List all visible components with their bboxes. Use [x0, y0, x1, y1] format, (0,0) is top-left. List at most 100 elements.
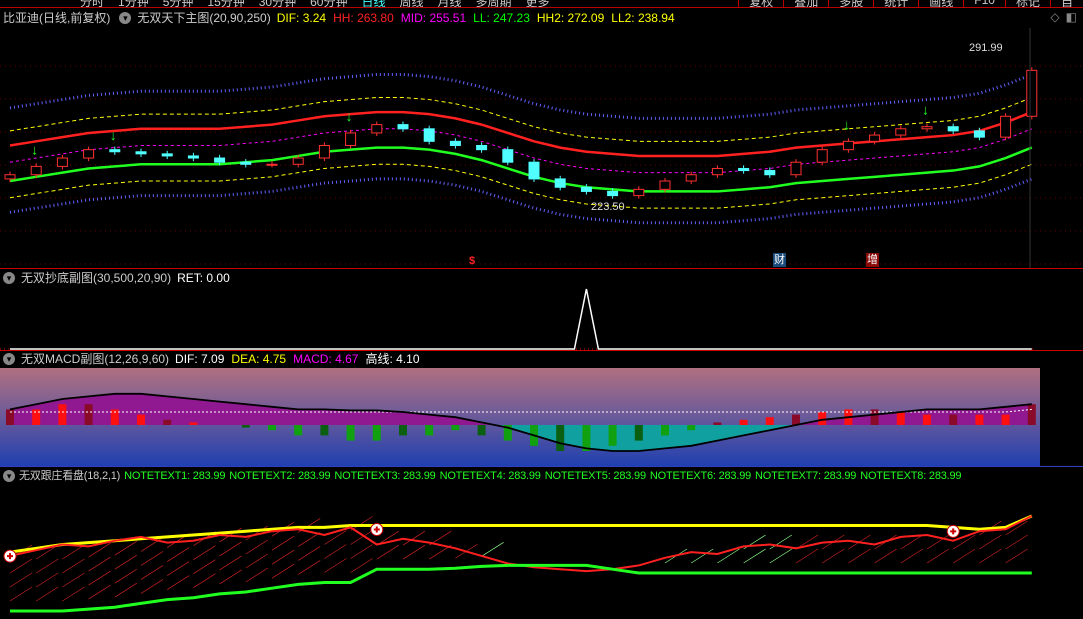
- tab-6[interactable]: 日线: [361, 0, 385, 7]
- toolbar-button-4[interactable]: 画线: [918, 0, 963, 7]
- candle: [685, 171, 697, 185]
- band-blue-upper: [9, 73, 1033, 120]
- toolbar-button-7[interactable]: 自: [1049, 0, 1083, 7]
- macd-bar: [268, 425, 276, 431]
- diamond-icon[interactable]: ◇: [1050, 10, 1059, 24]
- toolbar-button-2[interactable]: 多股: [828, 0, 873, 7]
- collapse-icon[interactable]: ▾: [3, 470, 15, 482]
- tab-5[interactable]: 60分钟: [310, 0, 347, 7]
- candle-body: [109, 149, 121, 153]
- indicator-value: MID: 255.51: [400, 11, 467, 25]
- hatch-line: [36, 572, 59, 588]
- candle-body: [816, 149, 828, 163]
- candle-body: [345, 132, 357, 146]
- note-value: NOTETEXT7: 283.99: [755, 470, 857, 482]
- hatch-line: [953, 548, 976, 564]
- low-price-label: 223.50: [591, 201, 625, 213]
- candle: [56, 154, 68, 170]
- hatch-line: [324, 544, 347, 559]
- buy-arrow-icon: ↓: [346, 108, 353, 124]
- toolbar-button-6[interactable]: 标记: [1004, 0, 1050, 7]
- follow-chart[interactable]: [0, 486, 1083, 619]
- candle: [397, 121, 409, 132]
- indicator-name[interactable]: 无双天下主图(20,90,250): [137, 9, 270, 27]
- hatch-line: [1005, 548, 1028, 564]
- tab-8[interactable]: 月线: [438, 0, 462, 7]
- hatch-line: [140, 565, 164, 580]
- bottom-title[interactable]: 无双跟庄看盘(18,2,1): [19, 467, 120, 485]
- collapse-icon[interactable]: ▾: [3, 272, 15, 284]
- sub1-title[interactable]: 无双抄底副图(30,500,20,90): [21, 269, 171, 287]
- candle: [790, 159, 802, 178]
- candle: [476, 142, 488, 153]
- finance-tag[interactable]: 财: [773, 253, 786, 267]
- tab-9[interactable]: 多周期: [476, 0, 512, 7]
- hatch-line: [979, 534, 1002, 550]
- macd-bar: [923, 414, 931, 425]
- toolbar-button-0[interactable]: 复权: [738, 0, 783, 7]
- tab-4[interactable]: 30分钟: [259, 0, 296, 7]
- hatch-line: [114, 554, 137, 570]
- collapse-icon[interactable]: ▾: [3, 353, 15, 365]
- candle-body: [30, 165, 42, 176]
- toolbar-button-5[interactable]: F10: [963, 0, 1005, 7]
- candle: [711, 165, 723, 178]
- toolbar-button-1[interactable]: 叠加: [783, 0, 828, 7]
- candle-body: [842, 140, 854, 151]
- period-toolbar: 分时 1分钟 5分钟 15分钟 30分钟 60分钟 日线 周线 月线 多周期 更多 复权 叠加 多股 统计…: [0, 0, 1083, 8]
- hatch-line: [167, 575, 190, 590]
- macd-bar: [163, 419, 172, 425]
- tab-10[interactable]: 更多: [526, 0, 550, 7]
- plus-marker-icon: [3, 549, 17, 563]
- hatch-line: [298, 532, 321, 547]
- hatch-line: [298, 546, 321, 561]
- hatch-line: [193, 545, 216, 560]
- macd-bar: [399, 425, 407, 436]
- period-tabs: 分时 1分钟 5分钟 15分钟 30分钟 60分钟 日线 周线 月线 多周期 更多: [80, 0, 550, 7]
- candle-body: [738, 167, 750, 172]
- stock-name: 比亚迪(日线,前复权): [3, 11, 111, 25]
- tab-2[interactable]: 5分钟: [163, 0, 194, 7]
- tab-3[interactable]: 15分钟: [207, 0, 244, 7]
- high-price-label: 291.99: [969, 42, 1003, 54]
- hatch-line: [350, 558, 373, 573]
- hatch-line: [219, 569, 242, 585]
- sub1-header: ▾ 无双抄底副图(30,500,20,90) RET: 0.00: [0, 269, 230, 287]
- candle-body: [135, 151, 147, 155]
- macd-title[interactable]: 无双MACD副图(12,26,9,60): [21, 350, 169, 368]
- toolbar-button-3[interactable]: 统计: [873, 0, 918, 7]
- candle-body: [4, 174, 16, 180]
- main-chart[interactable]: ↓ ↓ ↓ ↓ ↓: [0, 28, 1083, 268]
- candle-body: [659, 180, 671, 190]
- panel-toggle-icon[interactable]: ◧: [1066, 10, 1077, 24]
- ret-line: [10, 288, 1032, 350]
- candle: [1026, 67, 1038, 120]
- candle: [842, 138, 854, 153]
- hatch-line: [193, 573, 216, 588]
- candle-body: [895, 128, 907, 136]
- candle-body: [187, 155, 199, 159]
- tab-0[interactable]: 分时: [80, 0, 104, 7]
- candle: [135, 148, 147, 157]
- tab-7[interactable]: 周线: [399, 0, 423, 7]
- macd-bar: [189, 422, 198, 425]
- candle-body: [607, 190, 619, 197]
- bottom-fishing-chart[interactable]: [0, 287, 1083, 350]
- candle-body: [266, 163, 278, 166]
- hatch-line: [271, 535, 295, 551]
- hatch-line: [140, 579, 164, 594]
- hatch-line: [271, 549, 295, 565]
- hatch-line: [691, 548, 714, 564]
- hatch-line: [1005, 534, 1028, 550]
- increase-tag[interactable]: 增: [866, 253, 879, 267]
- tab-1[interactable]: 1分钟: [118, 0, 149, 7]
- dividend-tag[interactable]: $: [468, 254, 476, 268]
- macd-bar: [425, 425, 434, 436]
- main-chart-header: 比亚迪(日线,前复权) ▾ 无双天下主图(20,90,250) DIF: 3.2…: [0, 9, 675, 27]
- candle-body: [554, 178, 566, 188]
- collapse-icon[interactable]: ▾: [119, 12, 132, 24]
- macd-chart[interactable]: [0, 368, 1083, 466]
- band-yellow-lower: [9, 163, 1032, 209]
- note-value: NOTETEXT2: 283.99: [229, 470, 331, 482]
- candle-body: [476, 144, 488, 151]
